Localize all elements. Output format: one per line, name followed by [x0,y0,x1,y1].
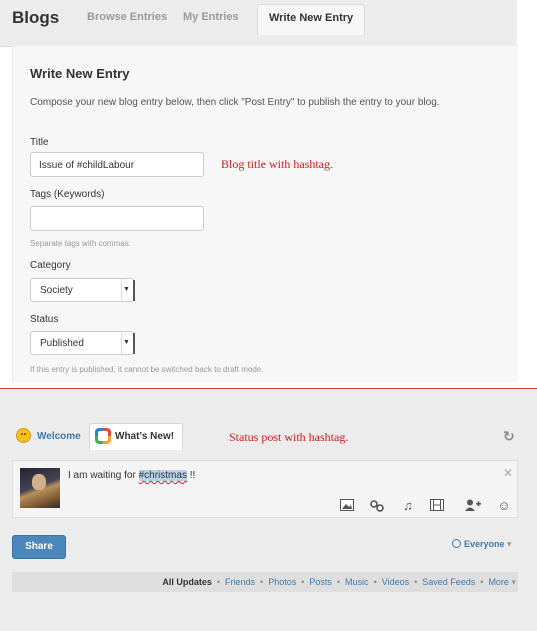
filter-posts[interactable]: Posts [309,577,332,587]
smiley-icon [16,428,31,443]
separator: • [480,577,484,587]
blogs-panel: Blogs Browse Entries My Entries Write Ne… [0,0,537,388]
right-rail [517,0,537,388]
emoticon-icon[interactable]: ☺ [497,499,511,513]
add-user-icon[interactable] [465,499,481,513]
video-icon[interactable] [430,499,444,513]
chevron-down-icon: ▾ [507,539,512,549]
chevron-down-icon: ▾ [511,577,516,587]
filter-all-updates[interactable]: All Updates [162,577,212,587]
tab-welcome[interactable]: Welcome [37,431,81,442]
status-input[interactable]: I am waiting for #christmas !! [68,470,195,481]
form-description: Compose your new blog entry below, then … [30,97,440,108]
tags-hint: Separate tags with commas. [30,239,131,248]
tags-label: Tags (Keywords) [30,189,105,200]
filter-friends[interactable]: Friends [225,577,255,587]
tags-input[interactable] [30,206,204,231]
status-select[interactable]: Published ▼ [30,331,135,355]
category-value: Society [40,285,73,296]
link-icon[interactable] [370,499,384,513]
photo-icon[interactable] [340,499,354,513]
status-value: Published [40,338,84,349]
share-button[interactable]: Share [12,535,66,559]
select-edge [133,333,135,354]
category-label: Category [30,260,71,271]
status-hashtag: #christmas [138,470,187,481]
status-post-annotation: Status post with hashtag. [229,430,349,444]
select-edge [133,280,135,301]
tab-browse-entries[interactable]: Browse Entries [87,11,167,23]
separator: • [301,577,305,587]
filter-music[interactable]: Music [345,577,369,587]
tab-whats-new-label: What's New! [115,431,175,442]
title-input[interactable]: Issue of #childLabour [30,152,204,177]
filter-saved-feeds[interactable]: Saved Feeds [422,577,475,587]
feed-filters: All Updates • Friends • Photos • Posts • Music • V… [162,577,516,588]
blogs-brand[interactable]: Blogs [12,8,59,28]
privacy-label: Everyone [464,539,505,549]
chevron-down-icon: ▼ [121,279,131,301]
category-select[interactable]: Society ▼ [30,278,135,302]
separator: • [373,577,377,587]
form-heading: Write New Entry [30,66,130,81]
filter-photos[interactable]: Photos [268,577,296,587]
whats-new-icon [95,428,111,444]
status-text-after: !! [186,470,196,481]
tab-write-new-entry[interactable]: Write New Entry [257,4,366,35]
status-label: Status [30,314,59,325]
separator: • [336,577,341,587]
music-icon[interactable]: ♫ [401,499,415,513]
separator: • [414,577,418,587]
tab-my-entries[interactable]: My Entries [183,11,239,23]
filter-more[interactable]: More [488,577,509,587]
blog-title-annotation: Blog title with hashtag. [221,157,333,171]
filter-videos[interactable]: Videos [382,577,409,587]
refresh-icon[interactable]: ↻ [503,428,515,445]
globe-icon [452,539,461,548]
status-hint: If this entry is published, it cannot be… [30,365,264,374]
title-label: Title [30,137,49,148]
separator: • [260,577,264,587]
privacy-dropdown[interactable]: Everyone ▾ [452,539,512,550]
avatar [20,468,60,508]
close-icon[interactable]: ✕ [503,466,513,480]
chevron-down-icon: ▼ [121,332,131,354]
separator: • [216,577,221,587]
status-text-before: I am waiting for [68,470,139,481]
